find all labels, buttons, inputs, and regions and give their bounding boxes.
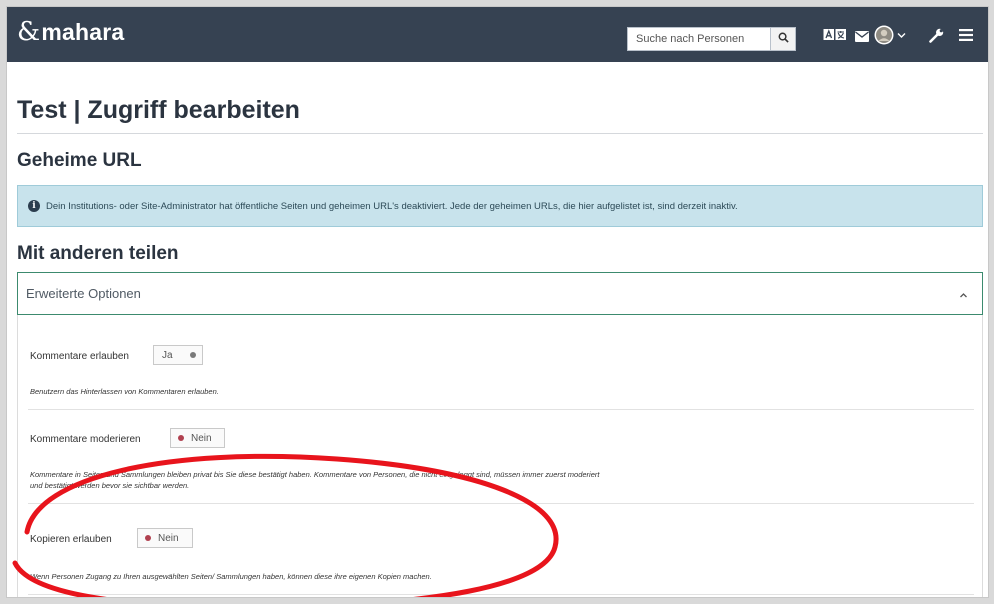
secret-url-heading: Geheime URL (17, 150, 142, 171)
search-input[interactable] (627, 27, 770, 51)
setting-divider (28, 503, 974, 504)
mahara-logo[interactable]: & mahara (17, 17, 124, 47)
allow-comments-description: Benutzern das Hinterlassen von Kommentar… (30, 387, 219, 396)
logo-text: mahara (41, 18, 125, 45)
allow-comments-state: Ja (162, 349, 173, 361)
allow-copy-switch[interactable]: Nein (137, 528, 193, 548)
wrench-icon[interactable] (929, 28, 944, 43)
advanced-options-panel: Kommentare erlauben Ja Benutzern das Hin… (17, 315, 983, 597)
menu-icon[interactable] (959, 29, 973, 41)
info-icon: i (28, 200, 40, 212)
page-title: Test | Zugriff bearbeiten (17, 96, 300, 124)
allow-copy-label: Kopieren erlauben (30, 534, 112, 545)
moderate-comments-description-line1: Kommentare in Seiten und Sammlungen blei… (30, 470, 600, 479)
moderate-comments-switch[interactable]: Nein (170, 428, 225, 448)
advanced-options-toggle[interactable]: Erweiterte Optionen (17, 272, 983, 315)
allow-copy-description: Wenn Personen Zugang zu Ihren ausgewählt… (30, 572, 432, 581)
setting-divider (28, 409, 974, 410)
switch-knob (189, 352, 196, 358)
advanced-options-label: Erweiterte Optionen (26, 286, 141, 301)
allow-comments-label: Kommentare erlauben (30, 351, 129, 362)
moderate-comments-state: Nein (191, 432, 212, 444)
chevron-down-icon[interactable] (897, 32, 906, 39)
allow-comments-switch[interactable]: Ja (153, 345, 203, 365)
switch-knob (178, 435, 184, 441)
logo-mark: & (17, 17, 41, 47)
search-icon (778, 30, 789, 48)
mail-icon[interactable] (855, 31, 869, 42)
language-icon[interactable] (823, 28, 847, 42)
chevron-up-icon (959, 287, 968, 302)
title-divider (17, 133, 983, 134)
search-button[interactable] (770, 27, 796, 51)
top-navbar: & mahara (7, 7, 988, 62)
setting-divider (28, 594, 974, 595)
browser-frame: & mahara Suche nach Personen Test | Zugr… (7, 7, 988, 597)
avatar[interactable] (874, 25, 894, 45)
allow-copy-state: Nein (158, 532, 179, 544)
info-alert: i Dein Institutions- oder Site-Administr… (17, 185, 983, 227)
share-heading: Mit anderen teilen (17, 243, 179, 264)
moderate-comments-description-line2: und bestätigt werden bevor sie sichtbar … (30, 481, 190, 490)
moderate-comments-label: Kommentare moderieren (30, 434, 141, 445)
switch-knob (145, 535, 151, 541)
alert-text: Dein Institutions- oder Site-Administrat… (46, 200, 738, 212)
